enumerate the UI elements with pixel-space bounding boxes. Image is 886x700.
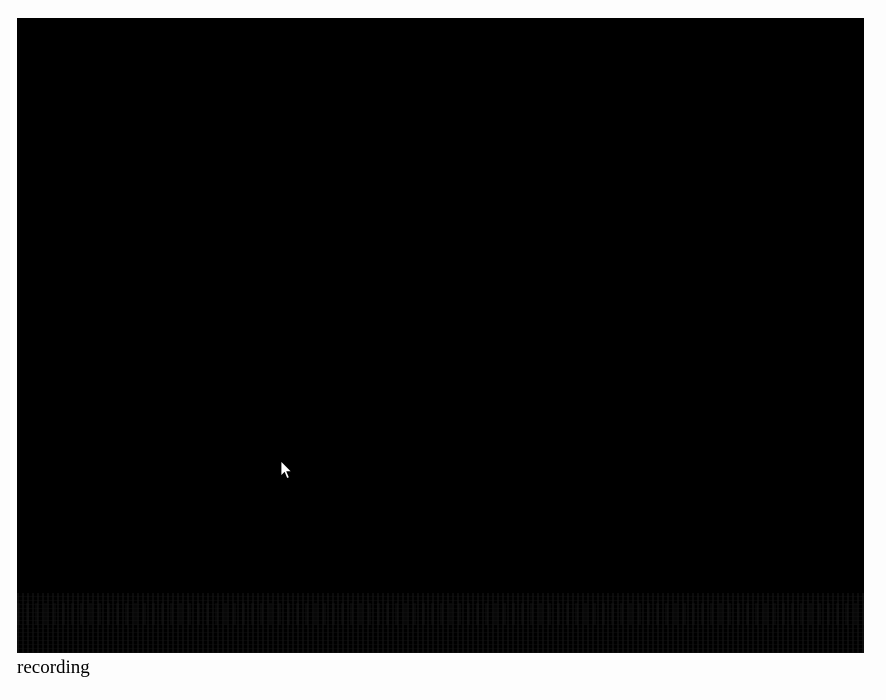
arrow-cursor-icon	[280, 460, 293, 480]
recording-video-frame[interactable]	[17, 18, 864, 653]
video-noise-band-dim	[17, 603, 864, 625]
page: recording	[0, 0, 886, 700]
recording-caption: recording	[17, 657, 90, 678]
